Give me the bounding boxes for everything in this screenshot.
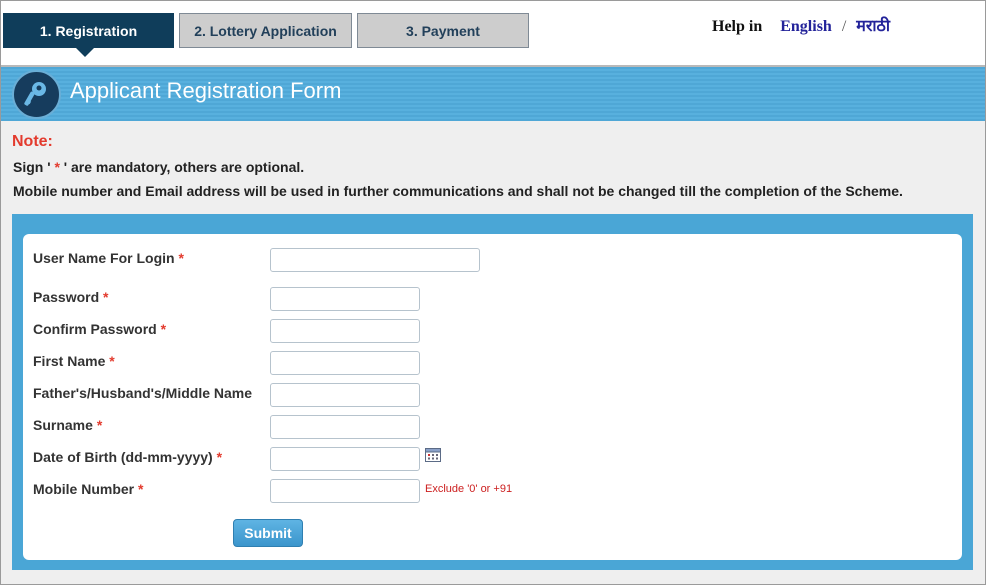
- tab-lottery-application[interactable]: 2. Lottery Application: [179, 13, 352, 48]
- marathi-link[interactable]: मराठी: [856, 16, 890, 35]
- tab-payment[interactable]: 3. Payment: [357, 13, 529, 48]
- password-label: Password *: [33, 289, 109, 305]
- key-icon: [12, 70, 61, 119]
- mobile-label: Mobile Number *: [33, 481, 144, 497]
- mobile-input[interactable]: [270, 479, 420, 503]
- mobile-hint: Exclude '0' or +91: [425, 483, 513, 495]
- confirm-password-input[interactable]: [270, 319, 420, 343]
- middle-name-label: Father's/Husband's/Middle Name: [33, 385, 253, 401]
- middle-name-input[interactable]: [270, 383, 420, 407]
- tab-registration[interactable]: 1. Registration: [3, 13, 174, 57]
- dob-input[interactable]: [270, 447, 420, 471]
- english-link[interactable]: English: [780, 18, 832, 35]
- first-name-label: First Name *: [33, 353, 115, 369]
- form-title: Applicant Registration Form: [70, 78, 342, 103]
- mandatory-note: Sign ' * ' are mandatory, others are opt…: [13, 159, 305, 175]
- first-name-input[interactable]: [270, 351, 420, 375]
- username-label: User Name For Login *: [33, 250, 184, 266]
- username-input[interactable]: [270, 248, 480, 272]
- calendar-icon[interactable]: [425, 448, 441, 462]
- dob-label: Date of Birth (dd-mm-yyyy) *: [33, 449, 223, 465]
- form-panel: User Name For Login * Password * Confirm…: [12, 214, 973, 570]
- submit-button[interactable]: Submit: [233, 519, 303, 547]
- top-bar: 1. Registration 2. Lottery Application 3…: [1, 1, 985, 67]
- registration-form: User Name For Login * Password * Confirm…: [23, 234, 962, 560]
- surname-label: Surname *: [33, 417, 103, 433]
- password-input[interactable]: [270, 287, 420, 311]
- note-heading: Note:: [12, 133, 53, 150]
- surname-input[interactable]: [270, 415, 420, 439]
- confirm-password-label: Confirm Password *: [33, 321, 167, 337]
- help-label: Help in: [712, 18, 763, 35]
- help-language-bar: Help in English / मराठी: [712, 14, 890, 36]
- communication-note: Mobile number and Email address will be …: [13, 183, 903, 199]
- page-frame: 1. Registration 2. Lottery Application 3…: [0, 0, 986, 585]
- language-separator: /: [841, 18, 847, 35]
- form-banner: Applicant Registration Form: [1, 67, 985, 121]
